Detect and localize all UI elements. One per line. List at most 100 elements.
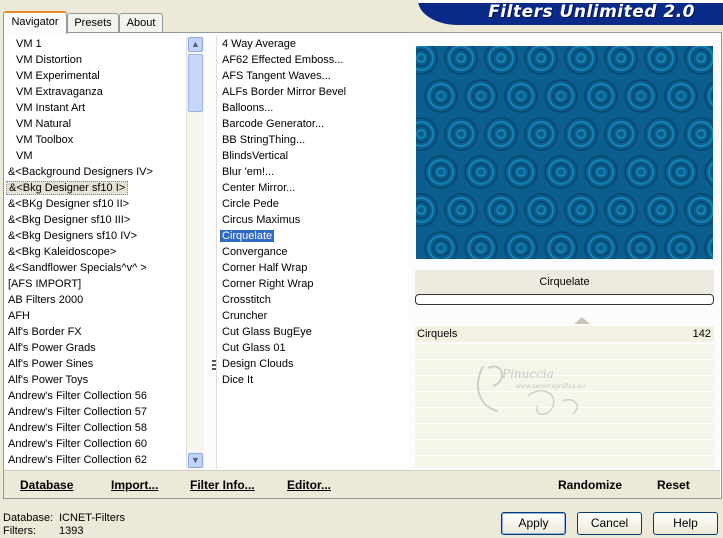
category-item[interactable]: &<BKg Designer sf10 II> xyxy=(6,196,186,212)
status-info: Database: ICNET-Filters Filters: 1393 xyxy=(3,512,125,538)
category-label: Alf's Power Toys xyxy=(8,374,89,386)
filter-label: Dice It xyxy=(222,374,254,386)
category-label: &<BKg Designer sf10 II> xyxy=(8,198,130,210)
filter-label: BB StringThing... xyxy=(222,134,306,146)
empty-slider-row xyxy=(415,439,714,455)
category-item[interactable]: VM Natural xyxy=(6,116,186,132)
filter-label: Corner Right Wrap xyxy=(222,278,314,290)
filter-item[interactable]: Corner Right Wrap xyxy=(217,276,409,292)
category-label: VM Natural xyxy=(16,118,72,130)
category-item[interactable]: VM Instant Art xyxy=(6,100,186,116)
category-scrollbar[interactable]: ▲ ▼ xyxy=(186,36,204,469)
import-button[interactable]: Import... xyxy=(111,478,158,492)
editor-button[interactable]: Editor... xyxy=(287,478,331,492)
category-item[interactable]: Alf's Power Toys xyxy=(6,372,186,388)
database-label: Database: xyxy=(3,512,54,524)
filters-label: Filters: xyxy=(3,525,36,537)
category-item[interactable]: Alf's Border FX xyxy=(6,324,186,340)
category-item[interactable]: Andrew's Filter Collection 60 xyxy=(6,436,186,452)
filter-item[interactable]: Dice It xyxy=(217,372,409,388)
category-item[interactable]: VM Extravaganza xyxy=(6,84,186,100)
filter-item[interactable]: Corner Half Wrap xyxy=(217,260,409,276)
filter-label: ALFs Border Mirror Bevel xyxy=(222,86,347,98)
filter-item[interactable]: BlindsVertical xyxy=(217,148,409,164)
category-item[interactable]: VM Experimental xyxy=(6,68,186,84)
category-item[interactable]: &<Bkg Designers sf10 IV> xyxy=(6,228,186,244)
filter-item[interactable]: AFS Tangent Waves... xyxy=(217,68,409,84)
category-label: Andrew's Filter Collection 62 xyxy=(8,454,148,466)
category-item[interactable]: VM Toolbox xyxy=(6,132,186,148)
scroll-up-icon[interactable]: ▲ xyxy=(188,37,203,52)
preview-pattern xyxy=(416,46,713,259)
filter-info-button[interactable]: Filter Info... xyxy=(190,478,255,492)
category-item[interactable]: VM 1 xyxy=(6,36,186,52)
filter-item[interactable]: ALFs Border Mirror Bevel xyxy=(217,84,409,100)
filter-item[interactable]: Center Mirror... xyxy=(217,180,409,196)
help-button[interactable]: Help xyxy=(653,512,718,535)
filter-label: Convergance xyxy=(222,246,288,258)
database-value: ICNET-Filters xyxy=(59,512,125,524)
filter-item[interactable]: Circle Pede xyxy=(217,196,409,212)
filter-item[interactable]: Cruncher xyxy=(217,308,409,324)
scroll-down-icon[interactable]: ▼ xyxy=(188,453,203,468)
filter-item[interactable]: Barcode Generator... xyxy=(217,116,409,132)
filter-item[interactable]: AF62 Effected Emboss... xyxy=(217,52,409,68)
category-item[interactable]: AFH xyxy=(6,308,186,324)
category-item[interactable]: Andrew's Filter Collection 57 xyxy=(6,404,186,420)
reset-button[interactable]: Reset xyxy=(657,478,690,492)
filter-item[interactable]: Cirquelate xyxy=(217,228,409,244)
category-item[interactable]: &<Bkg Kaleidoscope> xyxy=(6,244,186,260)
filter-item[interactable]: Crosstitch xyxy=(217,292,409,308)
filter-item[interactable]: Cut Glass BugEye xyxy=(217,324,409,340)
category-label: Andrew's Filter Collection 60 xyxy=(8,438,148,450)
category-label: AFH xyxy=(8,310,30,322)
category-label: VM Toolbox xyxy=(16,134,74,146)
category-item[interactable]: &<Bkg Designer sf10 III> xyxy=(6,212,186,228)
apply-button[interactable]: Apply xyxy=(501,512,566,535)
category-label: [AFS IMPORT] xyxy=(8,278,82,290)
filter-item[interactable]: Cut Glass 01 xyxy=(217,340,409,356)
category-list[interactable]: VM 1 VM Distortion VM Experimental VM Extra… xyxy=(6,36,186,469)
cirquels-slider[interactable]: Cirquels 142 xyxy=(415,317,714,342)
filter-label: Balloons... xyxy=(222,102,274,114)
category-item[interactable]: &<Sandflower Specials^v^ > xyxy=(6,260,186,276)
randomize-button[interactable]: Randomize xyxy=(558,478,622,492)
tab-presets[interactable]: Presets xyxy=(67,13,119,32)
category-item[interactable]: Alf's Power Grads xyxy=(6,340,186,356)
empty-slider-row xyxy=(415,455,714,468)
filter-list[interactable]: 4 Way Average AF62 Effected Emboss... AFS … xyxy=(216,36,409,469)
category-item[interactable]: [AFS IMPORT] xyxy=(6,276,186,292)
filter-label: Cirquelate xyxy=(220,230,275,242)
category-item[interactable]: Andrew's Filter Collection 62 xyxy=(6,452,186,468)
category-item[interactable]: Alf's Power Sines xyxy=(6,356,186,372)
category-item[interactable]: VM Distortion xyxy=(6,52,186,68)
filter-item[interactable]: BB StringThing... xyxy=(217,132,409,148)
filter-label: Design Clouds xyxy=(222,358,294,370)
filter-item[interactable]: Balloons... xyxy=(217,100,409,116)
filter-item[interactable]: Blur 'em!... xyxy=(217,164,409,180)
slider-thumb-icon[interactable] xyxy=(574,317,590,324)
category-item[interactable]: VM xyxy=(6,148,186,164)
category-item[interactable]: Andrew's Filter Collection 58 xyxy=(6,420,186,436)
cancel-button[interactable]: Cancel xyxy=(577,512,642,535)
bottom-toolbar: Database Import... Filter Info... Editor… xyxy=(4,470,720,498)
filter-label: Blur 'em!... xyxy=(222,166,275,178)
category-item[interactable]: Andrew's Filter Collection 56 xyxy=(6,388,186,404)
filter-item[interactable]: 4 Way Average xyxy=(217,36,409,52)
filter-item[interactable]: Design Clouds xyxy=(217,356,409,372)
category-item[interactable]: &<Bkg Designer sf10 I> xyxy=(6,180,186,196)
filter-label: Cut Glass BugEye xyxy=(222,326,312,338)
tab-about[interactable]: About xyxy=(119,13,163,32)
filter-label: Corner Half Wrap xyxy=(222,262,308,274)
category-label: &<Bkg Designer sf10 I> xyxy=(6,181,129,195)
scroll-thumb[interactable] xyxy=(188,54,203,112)
filter-item[interactable]: Convergance xyxy=(217,244,409,260)
tab-navigator[interactable]: Navigator xyxy=(3,11,67,34)
category-item[interactable]: AB Filters 2000 xyxy=(6,292,186,308)
database-button[interactable]: Database xyxy=(20,478,73,492)
category-label: Alf's Power Sines xyxy=(8,358,94,370)
filter-label: 4 Way Average xyxy=(222,38,296,50)
category-item[interactable]: &<Background Designers IV> xyxy=(6,164,186,180)
category-label: VM 1 xyxy=(16,38,42,50)
filter-item[interactable]: Circus Maximus xyxy=(217,212,409,228)
